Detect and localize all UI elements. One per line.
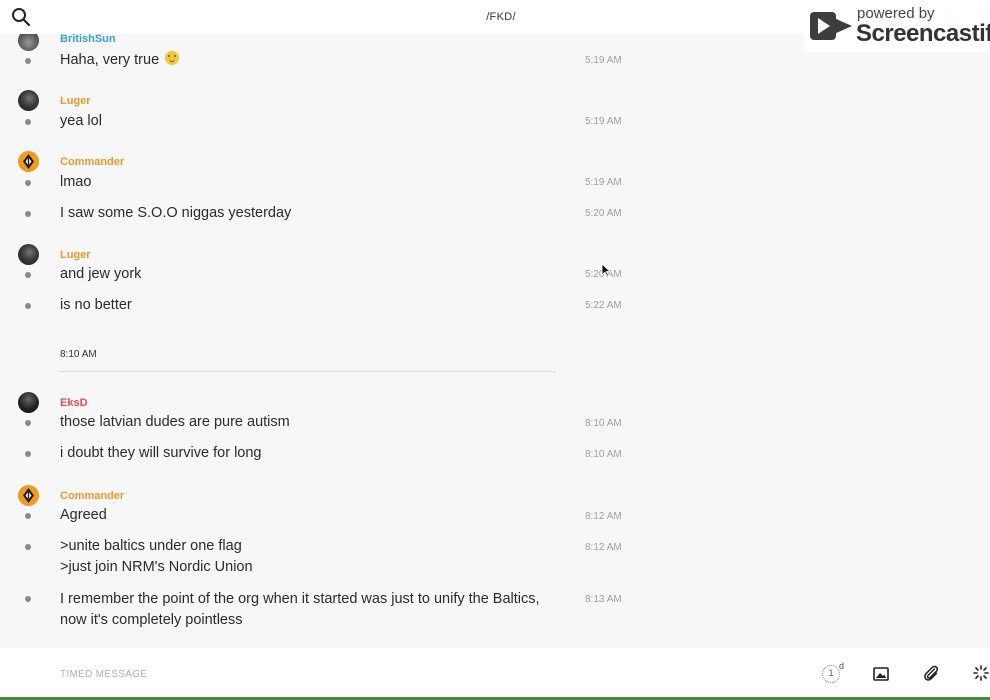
date-divider-line: [60, 371, 556, 372]
message-bullet: [25, 596, 31, 602]
message-input[interactable]: [60, 662, 760, 686]
avatar[interactable]: [18, 244, 39, 265]
message-time: 8:10 AM: [585, 449, 622, 460]
avatar[interactable]: [18, 485, 39, 506]
timer-button[interactable]: 1 d: [822, 661, 848, 685]
commander-emblem-icon: [23, 488, 34, 503]
message-line: >just join NRM's Nordic Union: [60, 559, 253, 575]
message-bullet: [25, 180, 31, 186]
message-time: 8:12 AM: [585, 542, 622, 553]
message-bullet: [25, 513, 31, 519]
message-text: is no better: [60, 297, 132, 313]
commander-emblem-icon: [23, 154, 34, 169]
composer-bar: 1 d: [0, 648, 990, 700]
message-bullet: [25, 303, 31, 309]
image-icon[interactable]: [873, 666, 889, 682]
message-line: >unite baltics under one flag: [60, 538, 242, 554]
message-time: 8:13 AM: [585, 594, 622, 605]
message-text: those latvian dudes are pure autism: [60, 414, 290, 430]
message-bullet: [25, 544, 31, 550]
message-author[interactable]: Luger: [60, 95, 91, 107]
message-time: 8:10 AM: [585, 418, 622, 429]
message-text: I remember the point of the org when it …: [60, 589, 560, 631]
message-time: 5:19 AM: [585, 55, 622, 66]
message-text: yea lol: [60, 113, 102, 129]
timer-value: 1: [822, 665, 840, 683]
message-author[interactable]: BritishSun: [60, 34, 116, 45]
message-time: 5:22 AM: [585, 300, 622, 311]
message-author[interactable]: Commander: [60, 156, 124, 168]
message-bullet: [25, 211, 31, 217]
message-bullet: [25, 58, 31, 64]
message-text: i doubt they will survive for long: [60, 445, 262, 461]
slightly-smiling-emoji-icon: [165, 51, 180, 65]
message-text: I saw some S.O.O niggas yesterday: [60, 205, 292, 221]
message-text: lmao: [60, 174, 92, 190]
paperclip-icon[interactable]: [922, 664, 940, 682]
message-line: now it's completely pointless: [60, 612, 243, 628]
message-bullet: [25, 119, 31, 125]
message-text: Haha, very true: [60, 50, 560, 71]
sparkle-icon[interactable]: [972, 664, 990, 682]
message-time: 5:20 AM: [585, 208, 622, 219]
message-bullet: [25, 420, 31, 426]
message-author[interactable]: Commander: [60, 490, 124, 502]
date-divider-label: 8:10 AM: [60, 349, 97, 360]
message-text: >unite baltics under one flag >just join …: [60, 536, 560, 578]
message-bullet: [25, 272, 31, 278]
avatar[interactable]: [18, 34, 39, 51]
mouse-cursor-icon: [601, 263, 612, 277]
avatar[interactable]: [18, 151, 39, 172]
message-author[interactable]: Luger: [60, 249, 91, 261]
avatar[interactable]: [18, 392, 39, 413]
avatar[interactable]: [18, 90, 39, 111]
message-text: Agreed: [60, 507, 107, 523]
message-bullet: [25, 451, 31, 457]
message-time: 8:12 AM: [585, 511, 622, 522]
message-line: I remember the point of the org when it …: [60, 591, 540, 607]
message-author[interactable]: EksD: [60, 397, 88, 409]
message-time: 5:19 AM: [585, 177, 622, 188]
timer-unit: d: [839, 661, 845, 671]
message-list[interactable]: BritishSun Haha, very true 5:19 AM Luger…: [0, 34, 990, 648]
message-time: 5:19 AM: [585, 116, 622, 127]
message-text: and jew york: [60, 266, 142, 282]
